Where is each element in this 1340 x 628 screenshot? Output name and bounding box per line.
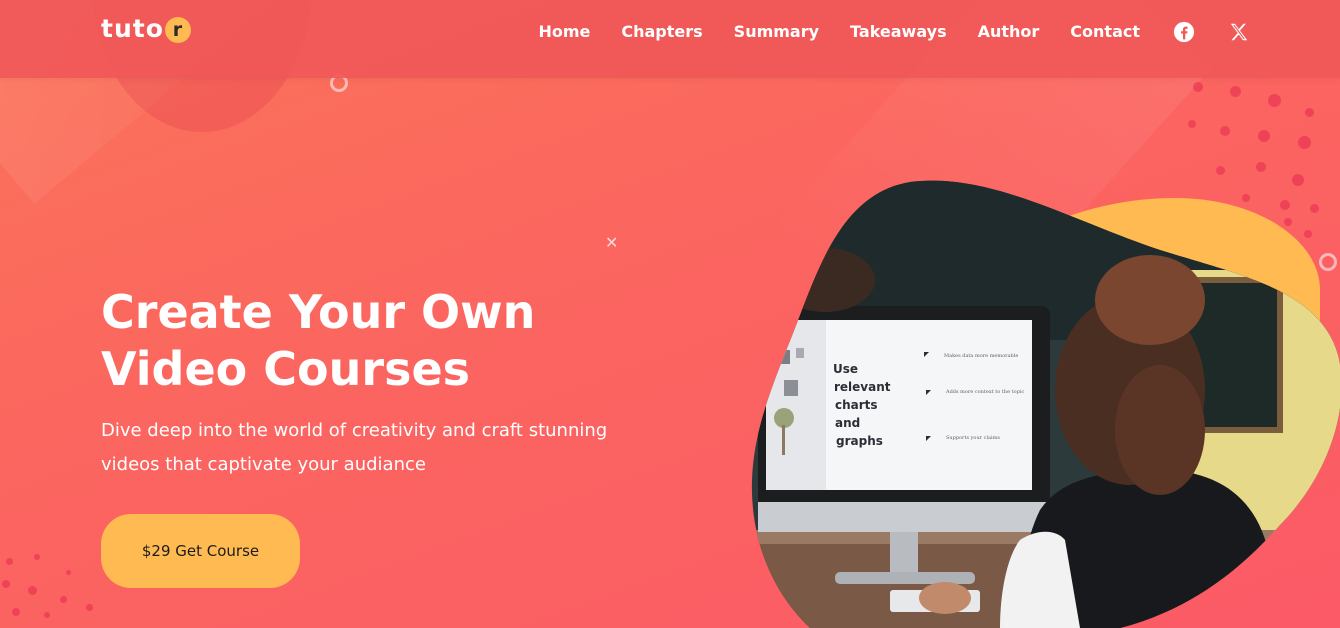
hero-subtitle-line: Dive deep into the world of creativity a…: [101, 420, 608, 441]
main-nav: Home Chapters Summary Takeaways Author C…: [507, 20, 1250, 44]
site-header: tuto r Home Chapters Summary Takeaways A…: [0, 0, 1340, 78]
get-course-button[interactable]: $29 Get Course: [101, 514, 300, 588]
slide-bullet: Adds more context to the topic: [945, 389, 1024, 395]
nav-item-contact[interactable]: Contact: [1070, 20, 1140, 44]
nav-item-chapters[interactable]: Chapters: [621, 20, 702, 44]
slide-heading-line: charts: [835, 398, 878, 412]
nav-item-summary[interactable]: Summary: [734, 20, 819, 44]
logo-badge: r: [164, 17, 191, 43]
hero-image: Use relevant charts and graphs Makes dat…: [740, 180, 1340, 628]
hero-title-line: Create Your Own: [101, 285, 536, 339]
slide-heading-line: Use: [833, 362, 858, 376]
slide-bullet: Makes data more memorable: [944, 353, 1018, 359]
hero-subtitle: Dive deep into the world of creativity a…: [101, 414, 621, 482]
decorative-cross-icon: ✕: [605, 233, 619, 252]
hero-subtitle-line: videos that captivate your audiance: [101, 454, 426, 475]
nav-item-home[interactable]: Home: [538, 20, 590, 44]
hero-title-line: Video Courses: [101, 342, 471, 396]
logo-text: tuto: [101, 14, 164, 43]
nav-item-author[interactable]: Author: [978, 20, 1040, 44]
nav-item-takeaways[interactable]: Takeaways: [850, 20, 947, 44]
facebook-icon[interactable]: [1173, 21, 1195, 43]
slide-heading-line: graphs: [836, 434, 883, 448]
slide-heading-line: and: [835, 416, 860, 430]
hero-title: Create Your Own Video Courses: [101, 284, 621, 398]
slide-bullet: Supports your claims: [946, 435, 1000, 441]
x-twitter-icon[interactable]: [1228, 21, 1250, 43]
logo[interactable]: tuto r: [101, 14, 191, 43]
slide-heading-line: relevant: [834, 380, 891, 394]
